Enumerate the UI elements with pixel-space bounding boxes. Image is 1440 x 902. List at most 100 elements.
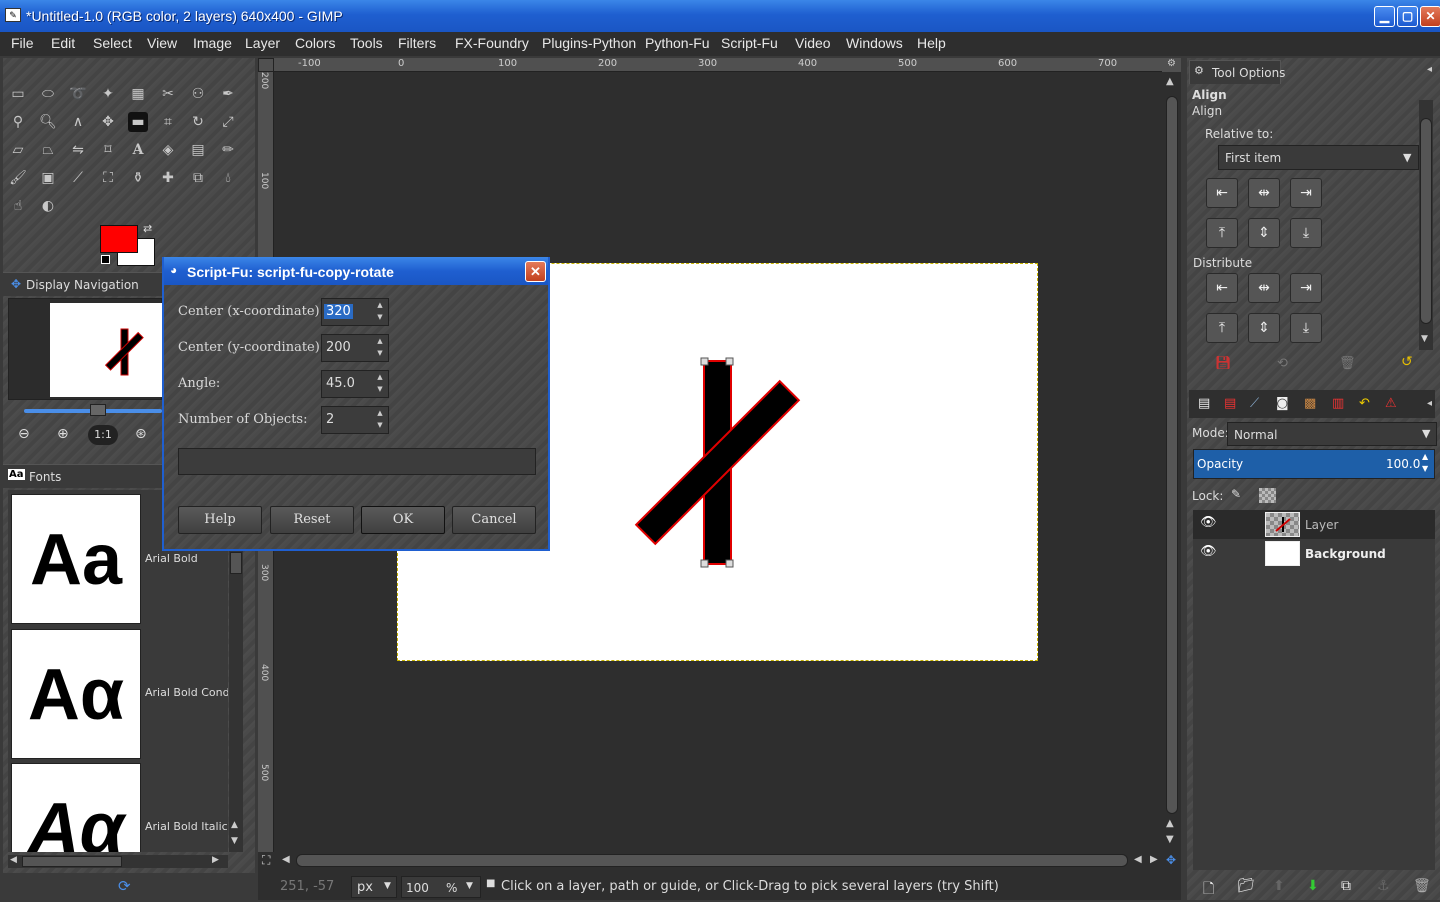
align-bottom-edge-icon[interactable]: ⤓ <box>1290 218 1322 248</box>
menu-tools[interactable]: Tools <box>350 35 383 51</box>
visibility-eye-icon[interactable]: 👁︎ <box>1200 515 1217 530</box>
canvas-vscrollbar[interactable]: ▲ ▲ ▼ <box>1164 76 1180 850</box>
reset-button[interactable]: Reset <box>270 506 354 534</box>
zoom-in-icon[interactable]: ⊕ <box>57 426 69 442</box>
error-console-icon[interactable]: ⚠ <box>1385 396 1397 411</box>
scroll-right-icon[interactable]: ▶ <box>1150 854 1158 865</box>
tool-options-scrollbar[interactable]: ▼ <box>1419 100 1433 350</box>
scale-tool-icon[interactable]: ⤢ <box>218 112 238 132</box>
canvas-hscroll-thumb[interactable] <box>296 854 1128 867</box>
ok-button[interactable]: OK <box>361 506 445 534</box>
spin-up-icon[interactable]: ▲ <box>374 301 386 309</box>
undo-history-tab-icon[interactable]: ◙ <box>1276 396 1289 411</box>
spin-up-icon[interactable]: ▲ <box>374 409 386 417</box>
menu-plugins-python[interactable]: Plugins-Python <box>542 35 636 51</box>
distribute-top-icon[interactable]: ⤒ <box>1206 313 1238 343</box>
spin-up-icon[interactable]: ▲ <box>1422 452 1428 461</box>
angle-spinbox[interactable]: 45.0 ▲ ▼ <box>321 370 389 398</box>
ellipse-select-icon[interactable]: ⬭ <box>38 84 58 104</box>
visibility-eye-icon[interactable]: 👁︎ <box>1200 544 1217 559</box>
menu-windows[interactable]: Windows <box>846 35 903 51</box>
rect-select-icon[interactable]: ▭ <box>8 84 28 104</box>
pencil-tool-icon[interactable]: ✏ <box>218 140 238 160</box>
align-center-vertical-icon[interactable]: ⇕ <box>1248 218 1280 248</box>
spin-down-icon[interactable]: ▼ <box>1422 464 1428 473</box>
number-of-objects-value[interactable]: 2 <box>326 412 334 427</box>
scroll-up-icon[interactable]: ▲ <box>1166 818 1174 829</box>
fuzzy-select-icon[interactable]: ✦ <box>98 84 118 104</box>
distribute-center-horizontal-icon[interactable]: ⇹ <box>1248 273 1280 303</box>
font-name[interactable]: Arial Bold Conde <box>145 686 228 699</box>
dock-menu-icon[interactable]: ◂ <box>1427 64 1432 75</box>
restore-options-icon[interactable]: ⟲ <box>1277 356 1288 371</box>
close-window-button[interactable]: ✕ <box>1420 6 1440 27</box>
dialog-title-bar[interactable]: ◕ Script-Fu: script-fu-copy-rotate ✕ <box>164 257 548 285</box>
font-preview[interactable]: Aα <box>11 629 141 759</box>
dialog-close-button[interactable]: ✕ <box>525 261 546 282</box>
navigation-zoom-handle[interactable] <box>90 404 106 416</box>
new-layer-group-icon[interactable]: 📁︎ <box>1237 878 1255 894</box>
unit-select[interactable]: px ▼ <box>351 876 397 898</box>
menu-edit[interactable]: Edit <box>51 35 75 51</box>
foreground-select-icon[interactable]: ⚇ <box>188 84 208 104</box>
font-preview[interactable]: Aa <box>11 494 141 624</box>
spin-down-icon[interactable]: ▼ <box>374 313 386 321</box>
rotate-tool-icon[interactable]: ↻ <box>188 112 208 132</box>
fonts-scroll-thumb[interactable] <box>230 552 242 574</box>
gradients-tab-icon[interactable]: ▥ <box>1332 396 1344 411</box>
align-top-edge-icon[interactable]: ⤒ <box>1206 218 1238 248</box>
relative-to-select[interactable]: First item ▼ <box>1218 145 1419 170</box>
spin-up-icon[interactable]: ▲ <box>374 337 386 345</box>
cage-transform-icon[interactable]: ⌑ <box>98 140 118 160</box>
menu-script-fu[interactable]: Script-Fu <box>721 35 778 51</box>
tool-options-scroll-thumb[interactable] <box>1420 118 1432 324</box>
spin-up-icon[interactable]: ▲ <box>374 373 386 381</box>
quick-mask-icon[interactable]: ⚙ <box>1162 58 1181 72</box>
fonts-hscrollbar[interactable]: ◀ ▶ <box>8 855 228 868</box>
scroll-left-icon[interactable]: ◀ <box>10 855 17 865</box>
minimize-button[interactable]: ▁ <box>1374 6 1395 27</box>
menu-video[interactable]: Video <box>795 35 831 51</box>
align-tool-icon[interactable]: ▬ <box>128 112 148 132</box>
airbrush-icon[interactable]: ⟋ <box>68 168 88 188</box>
zoom-out-icon[interactable]: ⊖ <box>18 426 30 442</box>
menu-view[interactable]: View <box>147 35 177 51</box>
crop-tool-icon[interactable]: ⌗ <box>158 112 178 132</box>
layers-tab-icon[interactable]: ▤ <box>1198 396 1210 411</box>
move-tool-icon[interactable]: ✥ <box>98 112 118 132</box>
default-colors-icon[interactable] <box>101 255 110 264</box>
cancel-button[interactable]: Cancel <box>452 506 536 534</box>
ruler-horizontal[interactable]: -100 0 100 200 300 400 500 600 700 <box>274 58 1162 72</box>
layer-name[interactable]: Layer <box>1305 518 1338 532</box>
fonts-tab[interactable]: Fonts <box>29 470 61 484</box>
distribute-bottom-icon[interactable]: ⤓ <box>1290 313 1322 343</box>
canvas-hscrollbar[interactable]: ⛶ ◀ ◀ ▶ ✥ <box>258 852 1181 870</box>
opacity-slider[interactable]: Opacity 100.0 ▲ ▼ <box>1193 449 1435 479</box>
blur-tool-icon[interactable]: 💧︎ <box>218 168 238 188</box>
distribute-center-vertical-icon[interactable]: ⇕ <box>1248 313 1280 343</box>
font-name[interactable]: Arial Bold Italic <box>145 820 228 833</box>
color-select-icon[interactable]: ▦ <box>128 84 148 104</box>
delete-layer-icon[interactable]: 🗑︎ <box>1413 878 1431 894</box>
angle-value[interactable]: 45.0 <box>326 376 355 391</box>
maximize-button[interactable]: ▢ <box>1397 6 1418 27</box>
zoom-select[interactable]: 100 % ▼ <box>401 876 481 898</box>
perspective-tool-icon[interactable]: ⏢ <box>38 140 58 160</box>
smudge-tool-icon[interactable]: ☝ <box>8 196 28 216</box>
clone-tool-icon[interactable]: ⚱ <box>128 168 148 188</box>
distribute-right-icon[interactable]: ⇥ <box>1290 273 1322 303</box>
measure-tool-icon[interactable]: ∧ <box>68 112 88 132</box>
fonts-scrollbar[interactable]: ▲ ▼ <box>229 548 243 852</box>
bucket-fill-icon[interactable]: ◈ <box>158 140 178 160</box>
align-left-edge-icon[interactable]: ⇤ <box>1206 178 1238 208</box>
layer-mode-select[interactable]: Normal ▼ <box>1227 422 1437 446</box>
eraser-icon[interactable]: ▣ <box>38 168 58 188</box>
font-preview[interactable]: Aα <box>11 763 141 852</box>
duplicate-layer-icon[interactable]: ⧉ <box>1341 878 1351 894</box>
spin-down-icon[interactable]: ▼ <box>374 349 386 357</box>
paths-tool-icon[interactable]: ✒ <box>218 84 238 104</box>
new-layer-icon[interactable]: 🗋︎ <box>1203 878 1214 902</box>
scroll-down-icon[interactable]: ▼ <box>1166 834 1174 845</box>
paintbrush-icon[interactable]: 🖌︎ <box>8 168 28 188</box>
center-x-value[interactable]: 320 <box>324 304 353 319</box>
